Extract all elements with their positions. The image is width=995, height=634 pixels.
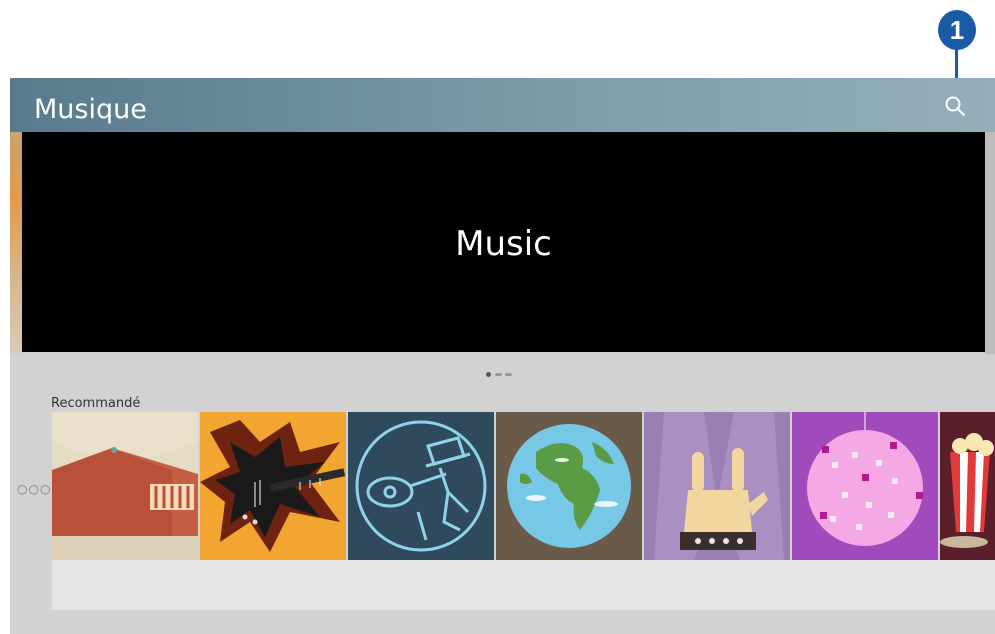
disco-ball-icon [792,412,938,560]
banner-page-indicator [486,364,515,377]
tile-globe[interactable] [496,412,642,560]
globe-icon [496,412,642,560]
callout-badge: 1 [938,10,976,50]
barn-icon [52,412,198,560]
tile-electric-guitar[interactable] [200,412,346,560]
tile-barn[interactable] [52,412,198,560]
page-title: Musique [34,94,147,125]
row-details-strip [52,560,995,610]
recommended-row [52,412,995,560]
popcorn-icon [940,412,995,560]
section-title-recommended: Recommandé [51,396,141,411]
electric-guitar-icon [200,412,346,560]
tv-screen: Musique Music Recommandé ○○○ [10,78,995,634]
page-dot [495,373,502,376]
hero-title: Music [455,224,552,264]
page-dot-active [486,372,491,377]
previous-banner-peek[interactable] [10,132,22,354]
next-banner-peek[interactable] [985,132,995,354]
tile-acoustic-guitar[interactable] [348,412,494,560]
header-bar: Musique [10,78,995,132]
page-dot [505,373,512,376]
search-icon[interactable] [944,95,966,117]
more-dots-icon[interactable]: ○○○ [17,482,51,496]
tile-rock-hand[interactable] [644,412,790,560]
acoustic-guitar-man-icon [348,412,494,560]
tile-disco-ball[interactable] [792,412,938,560]
tile-popcorn[interactable] [940,412,995,560]
rock-hand-icon [644,412,790,560]
hero-banner[interactable]: Music [22,132,985,352]
